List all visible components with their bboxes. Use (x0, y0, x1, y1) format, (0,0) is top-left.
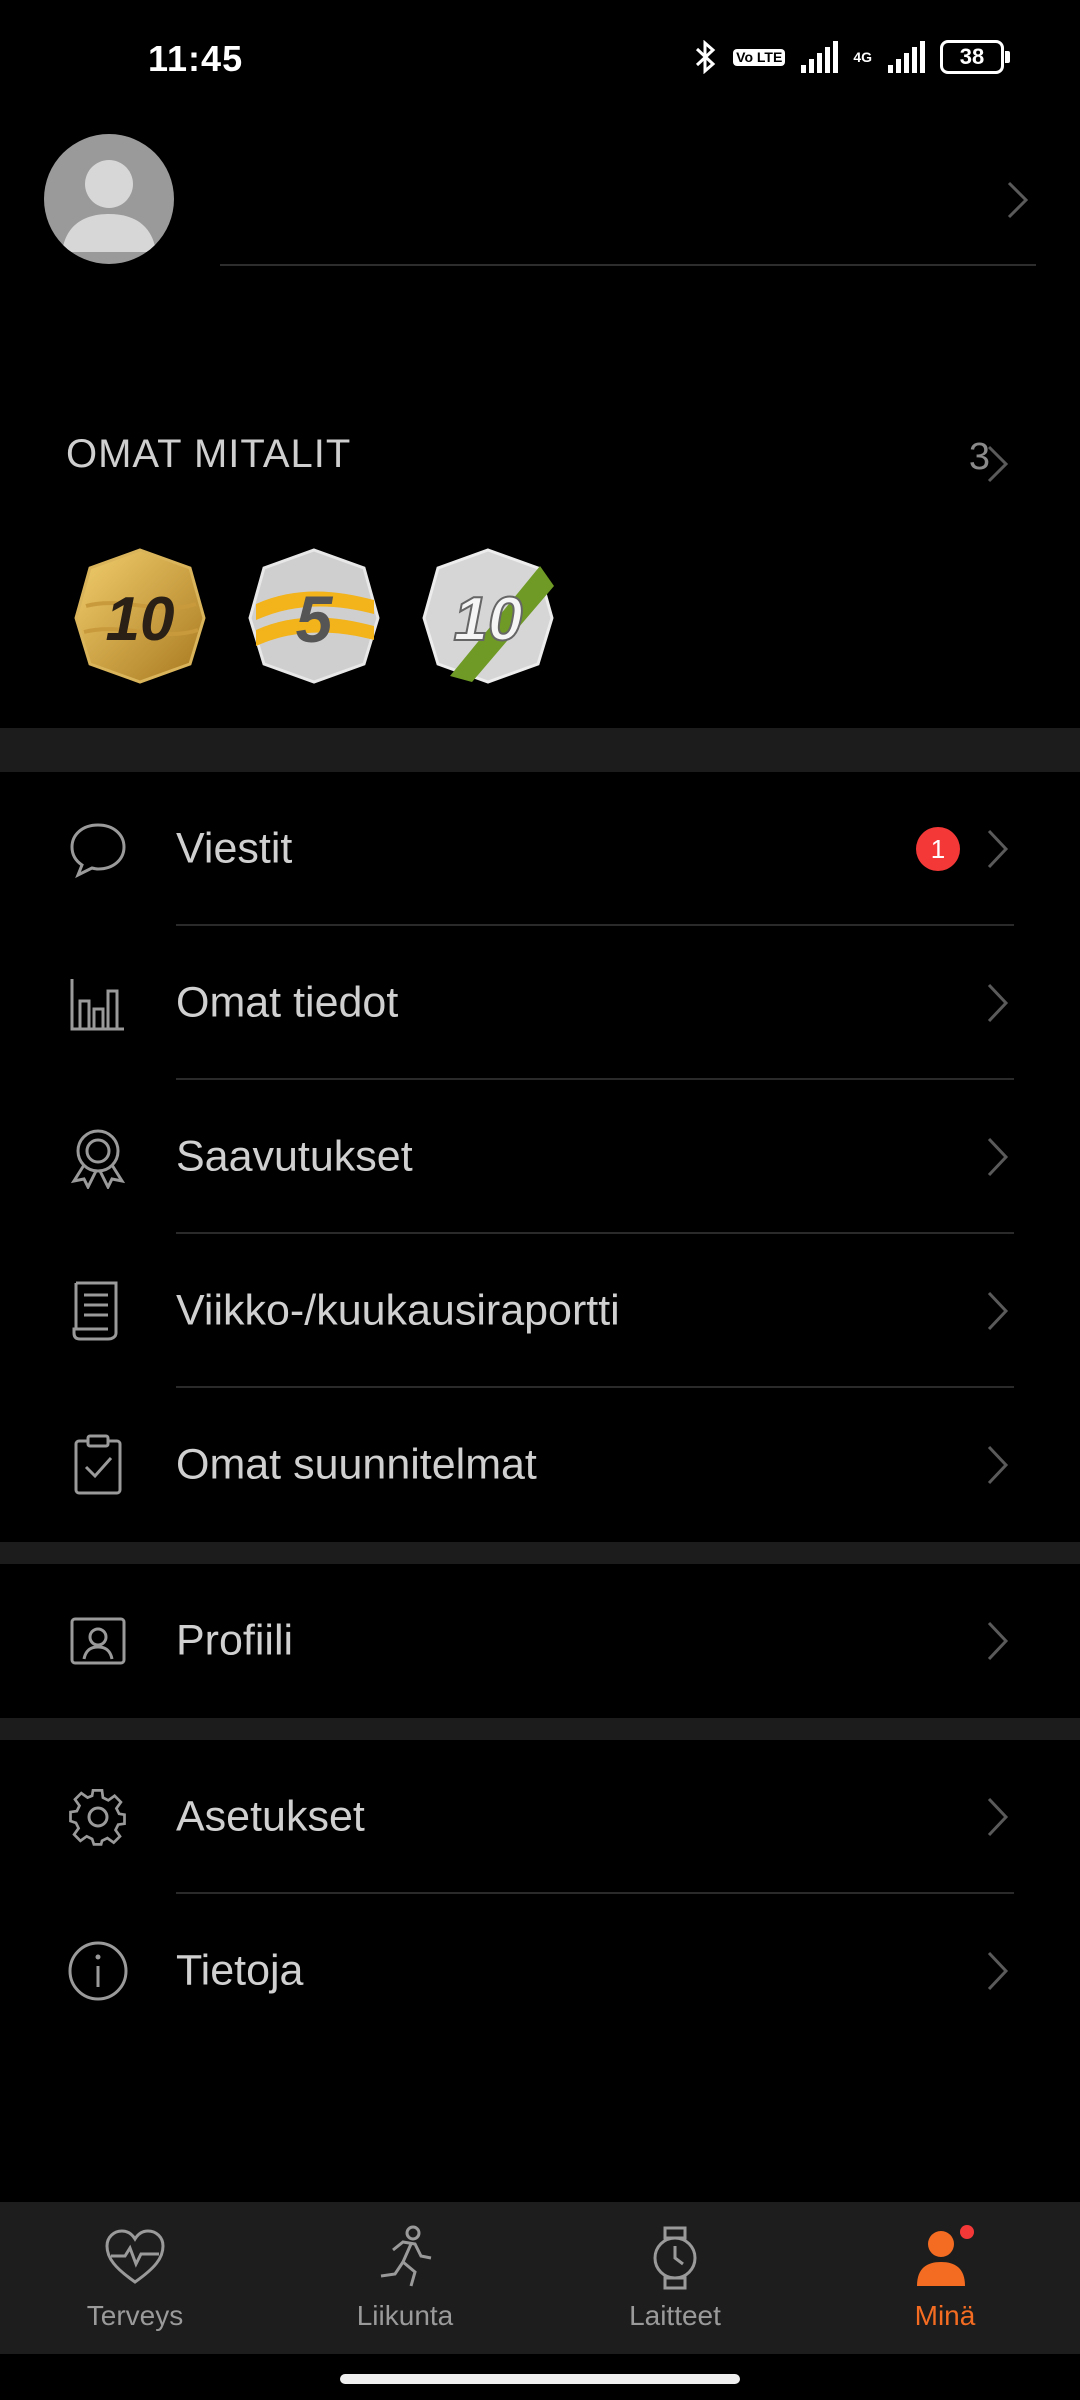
section-divider (0, 728, 1080, 772)
bluetooth-icon (696, 40, 716, 74)
menu-item-label: Omat suunnitelmat (176, 1440, 537, 1489)
avatar[interactable] (44, 134, 174, 264)
volte-label: Vo LTE (736, 48, 783, 65)
menu-item-profiili[interactable]: Profiili (0, 1564, 1080, 1718)
volte-icon: Vo LTE (733, 48, 786, 66)
battery-indicator: 38 (940, 40, 1010, 74)
heart-pulse-icon (105, 2229, 165, 2284)
profile-divider (220, 264, 1036, 266)
menu-item-label: Saavutukset (176, 1132, 413, 1181)
menu-item-asetukset[interactable]: Asetukset (0, 1740, 1080, 1894)
menu-item-label: Viestit (176, 824, 293, 873)
award-ribbon-icon (70, 1129, 126, 1189)
clipboard-check-icon (74, 1434, 122, 1495)
signal-icon (801, 41, 839, 73)
section-divider (0, 1718, 1080, 1740)
chevron-right-icon (987, 1797, 1009, 1837)
menu-item-viestit[interactable]: Viestit 1 (0, 772, 1080, 926)
bottom-navigation: Terveys Liikunta Laitteet Minä (0, 2202, 1080, 2354)
chevron-right-icon (987, 829, 1009, 869)
menu-item-label: Viikko-/kuukausiraportti (176, 1286, 620, 1335)
medal-number: 10 (106, 585, 175, 654)
watch-icon (653, 2226, 697, 2290)
menu-item-tietoja[interactable]: Tietoja (0, 1894, 1080, 2048)
message-bubble-icon (70, 823, 126, 879)
menu-item-label: Omat tiedot (176, 978, 399, 1027)
medal-silver-green-10[interactable]: 10 (420, 546, 556, 686)
menu-item-label: Profiili (176, 1616, 294, 1665)
nav-label: Laitteet (629, 2300, 721, 2331)
menu-item-omat-tiedot[interactable]: Omat tiedot (0, 926, 1080, 1080)
gear-icon (69, 1789, 126, 1846)
medals-title: OMAT MITALIT (66, 432, 352, 476)
medal-number: 10 (454, 585, 523, 654)
menu-item-saavutukset[interactable]: Saavutukset (0, 1080, 1080, 1234)
default-avatar-icon (62, 160, 156, 252)
menu-item-label: Tietoja (176, 1946, 304, 1995)
profile-card-icon (70, 1617, 126, 1665)
medal-silver-5[interactable]: 5 (246, 546, 382, 686)
chevron-right-icon (987, 1445, 1009, 1485)
chevron-right-icon (987, 1621, 1009, 1661)
unread-badge: 1 (916, 827, 960, 871)
info-icon (68, 1941, 128, 2001)
status-time: 11:45 (148, 38, 244, 79)
profile-chevron-icon[interactable] (1006, 180, 1030, 220)
nav-tab-terveys[interactable]: Terveys (0, 2202, 270, 2354)
menu-item-label: Asetukset (176, 1792, 365, 1841)
nav-tab-laitteet[interactable]: Laitteet (540, 2202, 810, 2354)
person-icon (917, 2225, 974, 2286)
section-divider (0, 1542, 1080, 1564)
menu-item-raportti[interactable]: Viikko-/kuukausiraportti (0, 1234, 1080, 1388)
bar-chart-icon (70, 979, 124, 1031)
medal-number: 5 (296, 582, 334, 656)
nav-label: Liikunta (356, 2300, 454, 2331)
running-person-icon (380, 2225, 432, 2287)
status-icons: Vo LTE 4G 38 (693, 40, 1010, 74)
chevron-right-icon (987, 983, 1009, 1023)
nav-tab-mina[interactable]: Minä (810, 2202, 1080, 2354)
chevron-right-icon (987, 1951, 1009, 1991)
menu-item-suunnitelmat[interactable]: Omat suunnitelmat (0, 1388, 1080, 1542)
signal-icon (888, 41, 925, 73)
medal-gold-10[interactable]: 10 (72, 546, 208, 686)
chevron-right-icon (987, 1137, 1009, 1177)
chevron-right-icon (987, 1291, 1009, 1331)
nav-label: Minä (914, 2300, 976, 2331)
battery-level: 38 (959, 44, 985, 69)
nav-label: Terveys (86, 2300, 184, 2331)
medals-chevron-icon[interactable] (986, 444, 1010, 484)
network-type: 4G (853, 49, 872, 65)
home-indicator[interactable] (340, 2374, 740, 2384)
nav-tab-liikunta[interactable]: Liikunta (270, 2202, 540, 2354)
report-document-icon (72, 1281, 118, 1341)
